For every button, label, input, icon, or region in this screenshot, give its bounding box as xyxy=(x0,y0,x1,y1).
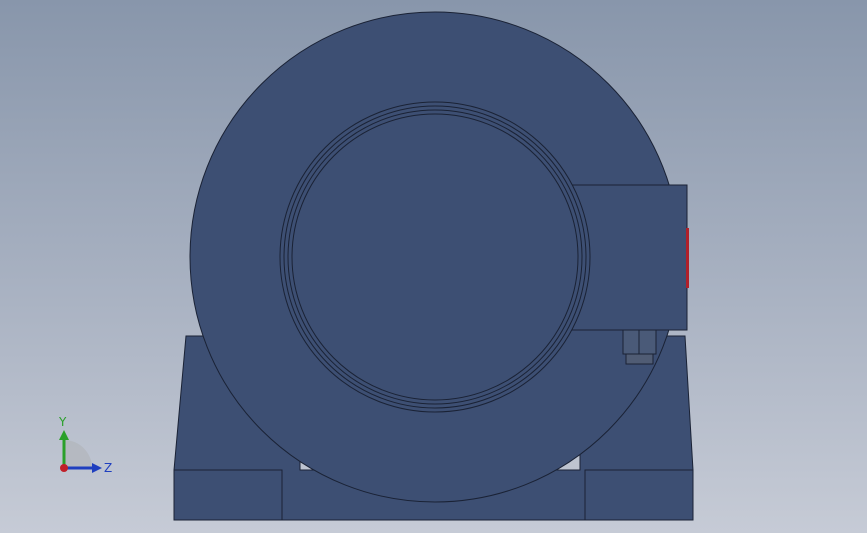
z-axis-label: Z xyxy=(104,461,112,475)
z-axis-arrow-icon xyxy=(92,463,102,473)
coordinate-triad: Y Z xyxy=(58,415,112,475)
graphics-viewport[interactable]: Y Z xyxy=(0,0,867,533)
nut-lower[interactable] xyxy=(625,353,654,365)
base-right-foot[interactable] xyxy=(584,469,694,521)
x-axis-dot-icon xyxy=(60,464,68,472)
y-axis-label: Y xyxy=(58,415,67,429)
side-box-red-edge xyxy=(686,228,689,288)
triad-plane-shade xyxy=(64,440,92,468)
y-axis-arrow-icon xyxy=(59,430,69,440)
base-left-foot[interactable] xyxy=(173,469,283,521)
bore-inner-face[interactable] xyxy=(291,113,579,401)
pillow-block-model[interactable] xyxy=(0,0,867,533)
